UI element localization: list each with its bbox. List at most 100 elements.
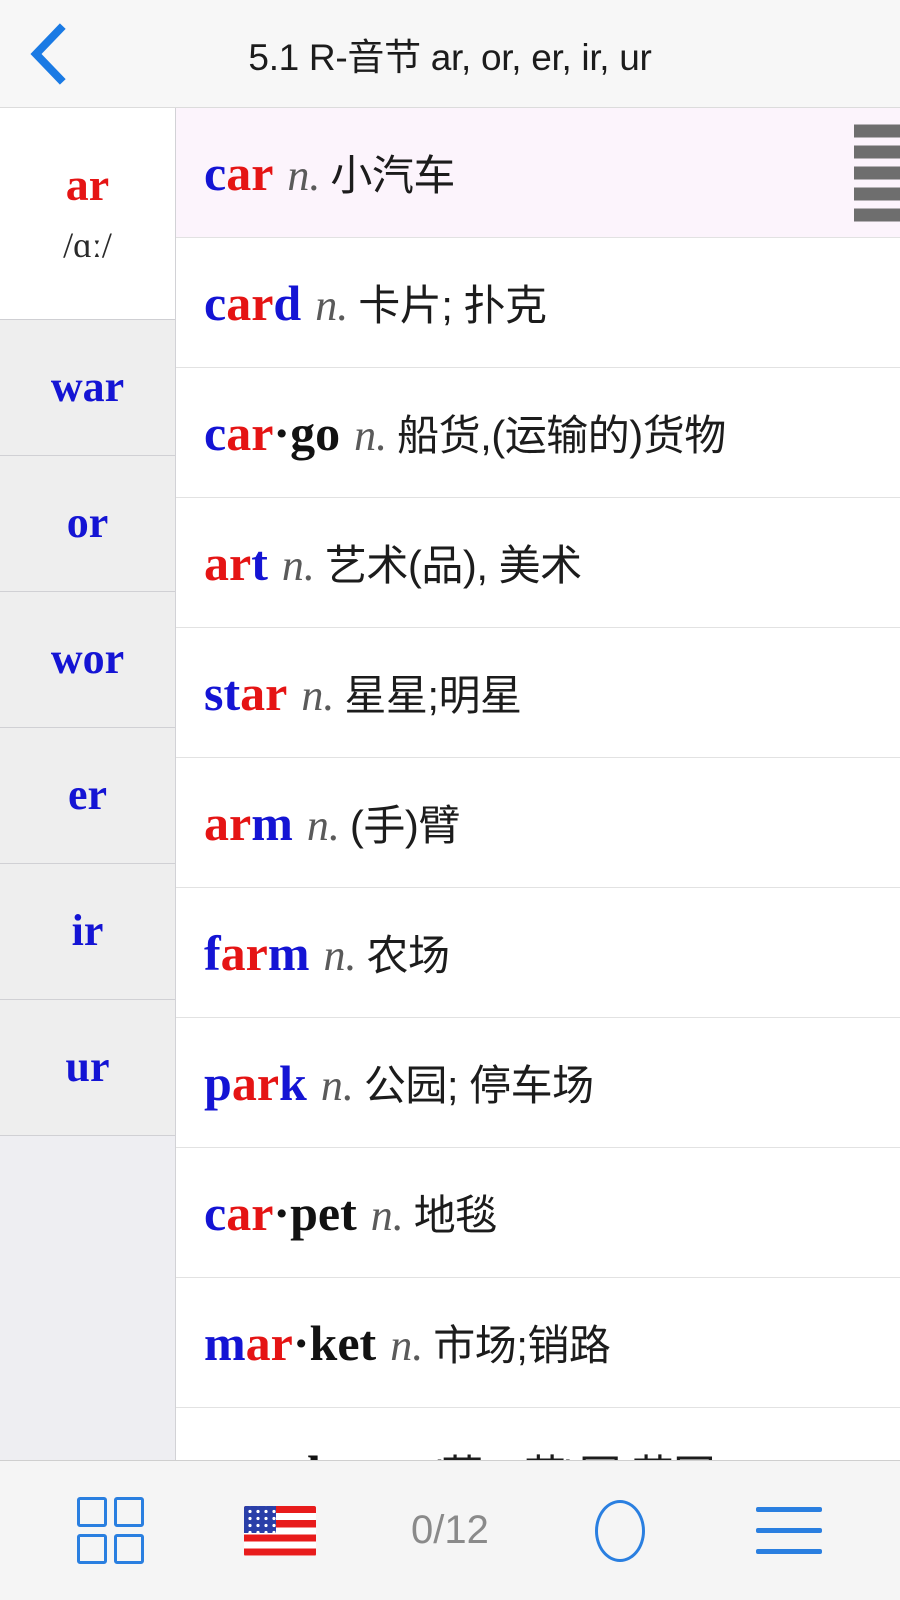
counter-label: 0/12 [411,1508,489,1552]
headword-segment: ar [226,145,274,201]
record-button[interactable] [555,1476,685,1586]
sidebar-item-ir[interactable]: ir [0,864,175,1000]
part-of-speech: n. [306,801,340,850]
headword-segment: m [267,925,310,981]
phonics-sidebar: ar/ɑː/war or wor er ir ur [0,108,176,1460]
headword-segment: ar [245,1315,293,1371]
part-of-speech: n. [320,1061,354,1110]
headword: car [204,144,273,202]
bottom-toolbar: 0/12 [0,1460,900,1600]
word-entry: car·pet n. 地毯 [204,1182,497,1243]
word-row[interactable]: gar·den n. (菜、花)园,花园 [176,1408,900,1460]
headword-segment: ar [226,275,274,331]
headword: arm [204,794,293,852]
sidebar-item-ur[interactable]: ur [0,1000,175,1136]
word-row[interactable]: art n. 艺术(品), 美术 [176,498,900,628]
word-list[interactable]: car n. 小汽车 card n. 卡片; 扑克 car·go n. 船货,(运输的)货物 ar… [176,108,900,1460]
sidebar-item-label: ur [65,1042,110,1092]
grid-view-button[interactable] [46,1476,176,1586]
headword-segment: ar [204,795,252,851]
sidebar-item-er[interactable]: er [0,728,175,864]
word-row[interactable]: star n. 星星;明星 [176,628,900,758]
us-flag-icon [244,1505,317,1556]
word-entry: art n. 艺术(品), 美术 [204,532,582,593]
headword-segment: ar [229,1445,276,1460]
headword-segment: c [204,1185,227,1241]
hamburger-menu-icon [756,1507,823,1554]
headword: gar·den [204,1444,371,1460]
part-of-speech: n. [385,1450,418,1460]
part-of-speech: n. [323,931,357,980]
back-button[interactable] [0,0,96,108]
content-area: ar/ɑː/war or wor er ir ur car n. 小汽车 card n. 卡片; 扑… [0,108,900,1460]
headword: card [204,274,301,332]
headword-segment: c [204,275,227,331]
sidebar-item-label: or [66,498,109,548]
headword-segment: ar [231,1055,280,1111]
word-row[interactable]: mar·ket n. 市场;销路 [176,1278,900,1408]
headword: farm [204,924,310,982]
sidebar-item-label: ir [71,906,104,956]
word-row[interactable]: farm n. 农场 [176,888,900,1018]
scroll-grip-handle[interactable] [854,124,900,221]
sidebar-item-ar[interactable]: ar/ɑː/ [0,108,175,320]
headword-segment: c [204,145,227,201]
word-row[interactable]: park n. 公园; 停车场 [176,1018,900,1148]
part-of-speech: n. [390,1321,424,1370]
headword: park [204,1054,307,1112]
word-row[interactable]: car n. 小汽车 [176,108,900,238]
word-entry: car·go n. 船货,(运输的)货物 [204,402,726,463]
language-button[interactable] [215,1476,345,1586]
part-of-speech: n. [287,151,321,200]
headword-segment: ·pet [273,1185,357,1241]
part-of-speech: n. [354,411,388,460]
word-entry: farm n. 农场 [204,922,450,983]
menu-button[interactable] [724,1476,854,1586]
sidebar-item-label: war [50,362,125,412]
headword: art [204,534,268,592]
word-entry: car n. 小汽车 [204,142,455,203]
part-of-speech: n. [281,541,315,590]
headword-segment: ar [204,535,252,591]
definition: 小汽车 [330,152,455,199]
part-of-speech: n. [301,671,335,720]
headword: mar·ket [204,1314,376,1372]
definition: 公园; 停车场 [363,1062,594,1109]
headword-segment: ar [240,665,288,721]
headword-segment: ·go [273,405,341,461]
sidebar-item-or[interactable]: or [0,456,175,592]
headword-segment: g [204,1445,229,1460]
definition: 船货,(运输的)货物 [397,412,726,459]
headword-segment: k [279,1055,307,1111]
sidebar-item-phonetic: /ɑː/ [63,224,112,265]
definition: 艺术(品), 美术 [324,542,582,589]
definition: (手)臂 [349,802,460,849]
definition: 市场;销路 [433,1322,611,1369]
progress-counter: 0/12 [385,1476,515,1586]
chevron-left-icon [30,22,66,85]
headword-segment: m [204,1315,246,1371]
word-row[interactable]: car·pet n. 地毯 [176,1148,900,1278]
part-of-speech: n. [370,1191,404,1240]
sidebar-item-label: er [67,770,108,820]
word-row[interactable]: card n. 卡片; 扑克 [176,238,900,368]
headword-segment: st [204,665,241,721]
headword: car·pet [204,1184,357,1242]
app-root: 5.1 R-音节 ar, or, er, ir, ur ar/ɑː/war or w… [0,0,900,1600]
headword-segment: c [204,405,227,461]
sidebar-item-war[interactable]: war [0,320,175,456]
headword: star [204,664,287,722]
word-entry: gar·den n. (菜、花)园,花园 [204,1442,715,1460]
definition: 农场 [366,932,451,979]
sidebar-item-label: ar [65,159,110,211]
word-row[interactable]: arm n. (手)臂 [176,758,900,888]
word-entry: card n. 卡片; 扑克 [204,272,547,333]
headword-segment: f [204,925,221,981]
word-entry: star n. 星星;明星 [204,662,522,723]
headword-segment: m [251,795,293,851]
page-title: 5.1 R-音节 ar, or, er, ir, ur [248,36,652,78]
sidebar-item-wor[interactable]: wor [0,592,175,728]
header-bar: 5.1 R-音节 ar, or, er, ir, ur [0,0,900,108]
part-of-speech: n. [315,281,349,330]
word-row[interactable]: car·go n. 船货,(运输的)货物 [176,368,900,498]
